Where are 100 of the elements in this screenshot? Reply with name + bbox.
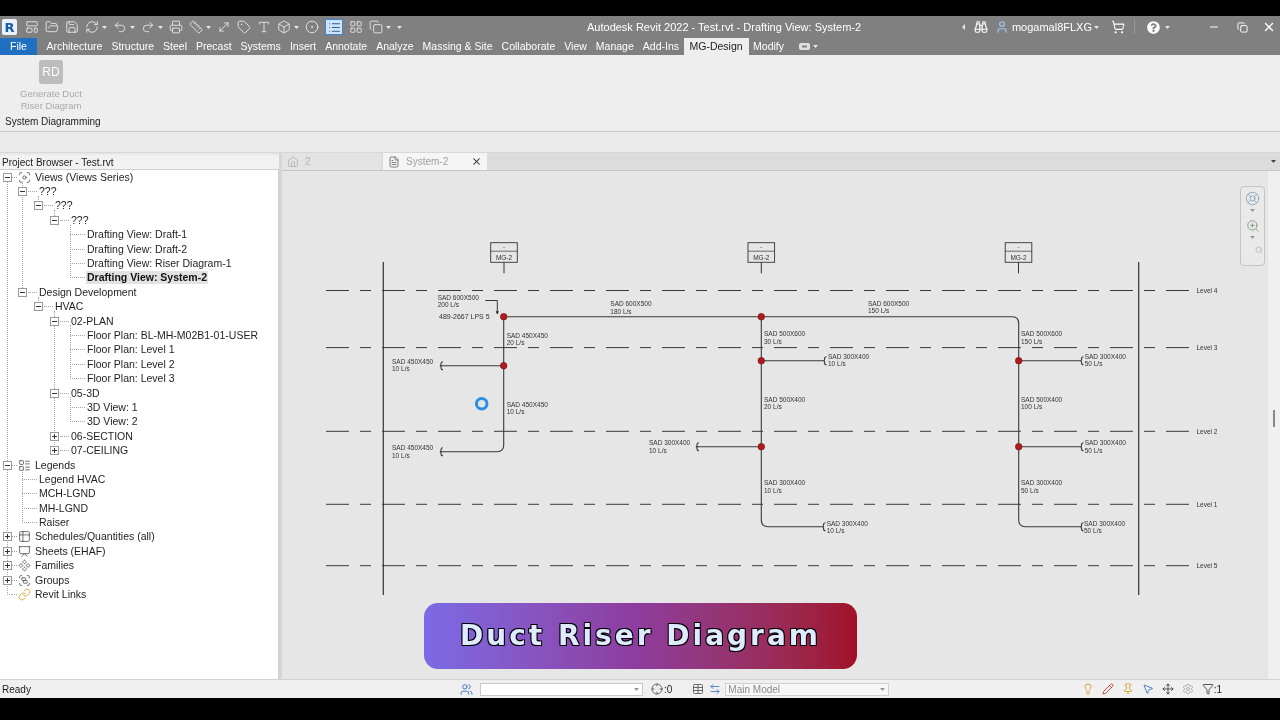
- tree-item[interactable]: Legends: [34, 458, 77, 472]
- tree-item[interactable]: Raiser: [38, 516, 71, 530]
- file-tab[interactable]: File: [0, 38, 37, 55]
- minus-box-icon[interactable]: [50, 388, 59, 398]
- move-icon[interactable]: [1161, 683, 1174, 695]
- ribbon-tab[interactable]: Massing & Site: [418, 38, 498, 55]
- tree-item[interactable]: 07-CEILING: [70, 444, 130, 458]
- minus-box-icon[interactable]: [18, 187, 27, 197]
- tree-item[interactable]: 3D View: 1: [86, 400, 139, 414]
- minus-box-icon[interactable]: [18, 287, 27, 297]
- caret-left-icon[interactable]: [961, 24, 965, 30]
- caret-down-icon[interactable]: [102, 25, 107, 29]
- caret-down-icon[interactable]: [130, 25, 135, 29]
- minus-box-icon[interactable]: [50, 316, 59, 326]
- grid-icon[interactable]: [349, 20, 363, 34]
- plus-box-icon[interactable]: [50, 431, 59, 441]
- tree-item[interactable]: Drafting View: System-2: [86, 271, 208, 285]
- caret-down-icon[interactable]: [1165, 25, 1170, 29]
- caret-down-icon[interactable]: [397, 25, 402, 29]
- binoculars-icon[interactable]: [973, 20, 988, 34]
- caret-down-icon[interactable]: [1271, 160, 1276, 163]
- ribbon-tab[interactable]: Modify: [748, 38, 789, 55]
- plus-box-icon[interactable]: [3, 575, 12, 585]
- plus-box-icon[interactable]: [3, 546, 12, 556]
- lightbulb-icon[interactable]: [1081, 683, 1094, 695]
- save-icon[interactable]: [65, 20, 79, 34]
- printer-icon[interactable]: [169, 20, 183, 34]
- restore-icon[interactable]: [1237, 21, 1248, 33]
- tree-item[interactable]: Drafting View: Riser Diagram-1: [86, 257, 233, 271]
- tree-item[interactable]: Families: [34, 559, 76, 573]
- tree-item[interactable]: Views (Views Series): [34, 170, 135, 184]
- tree-item[interactable]: Floor Plan: Level 3: [86, 372, 176, 386]
- zoom-icon[interactable]: [1245, 219, 1260, 233]
- tree-item[interactable]: Floor Plan: Level 1: [86, 343, 176, 357]
- tree-item[interactable]: ???: [54, 199, 74, 213]
- ribbon-tab[interactable]: Insert: [285, 38, 321, 55]
- ribbon-tab[interactable]: Add-Ins: [638, 38, 684, 55]
- minus-box-icon[interactable]: [3, 172, 12, 182]
- minus-box-icon[interactable]: [50, 215, 59, 225]
- tree-item[interactable]: 05-3D: [70, 386, 101, 400]
- tree-item[interactable]: ???: [70, 213, 90, 227]
- tag-icon[interactable]: [237, 20, 251, 34]
- ribbon-tab[interactable]: View: [559, 38, 592, 55]
- table-icon[interactable]: [692, 683, 705, 695]
- ribbon-tab[interactable]: MG-Design: [683, 38, 749, 55]
- user-name[interactable]: mogamal8FLXG: [1011, 18, 1092, 36]
- tree-item[interactable]: 3D View: 2: [86, 415, 139, 429]
- arrows-icon[interactable]: [709, 683, 722, 695]
- caret-down-icon[interactable]: [294, 25, 299, 29]
- ribbon-tab[interactable]: Architecture: [41, 38, 107, 55]
- folder-icon[interactable]: [45, 20, 59, 34]
- tree-item[interactable]: Design Development: [38, 285, 138, 299]
- undo-icon[interactable]: [113, 20, 127, 34]
- tree-item[interactable]: HVAC: [54, 300, 85, 314]
- lifebuoy-icon[interactable]: [1245, 191, 1260, 206]
- tree-item[interactable]: 02-PLAN: [70, 314, 115, 328]
- ribbon-tab[interactable]: Precast: [191, 38, 237, 55]
- tree-item[interactable]: Revit Links: [34, 588, 88, 601]
- scrollbar[interactable]: [1268, 171, 1280, 679]
- redo-icon[interactable]: [141, 20, 155, 34]
- tree-item[interactable]: MH-LGND: [38, 501, 89, 515]
- tree-item[interactable]: Sheets (EHAF): [34, 544, 107, 558]
- tree-item[interactable]: Drafting View: Draft-1: [86, 228, 189, 242]
- users-icon[interactable]: [460, 682, 473, 696]
- overlapping-squares-icon[interactable]: [369, 20, 383, 34]
- filter-icon[interactable]: [1201, 683, 1214, 695]
- tree-item[interactable]: 06-SECTION: [70, 429, 134, 443]
- layout-icon[interactable]: [25, 20, 39, 34]
- cube-icon[interactable]: [277, 20, 291, 34]
- circle-dot-icon[interactable]: [305, 20, 319, 34]
- tree-item[interactable]: Groups: [34, 573, 71, 587]
- lines-icon[interactable]: [325, 19, 343, 35]
- tree-item[interactable]: Schedules/Quantities (all): [34, 530, 156, 544]
- tree-item[interactable]: ???: [38, 185, 58, 199]
- ruler-icon[interactable]: [189, 20, 203, 34]
- caret-down-icon[interactable]: [386, 25, 391, 29]
- plus-box-icon[interactable]: [3, 532, 12, 542]
- tree-item[interactable]: Legend HVAC: [38, 472, 107, 486]
- caret-down-icon[interactable]: [158, 25, 163, 29]
- pin-icon[interactable]: [1121, 683, 1134, 695]
- scrollbar-thumb[interactable]: [1273, 410, 1275, 427]
- minus-box-icon[interactable]: [3, 460, 12, 470]
- ribbon-tab[interactable]: Collaborate: [497, 38, 560, 55]
- panel-toggle-icon[interactable]: [798, 43, 810, 50]
- sync-icon[interactable]: [85, 20, 99, 34]
- crosshair-icon[interactable]: [651, 683, 663, 695]
- cart-icon[interactable]: [1111, 20, 1125, 34]
- ribbon-tab[interactable]: Analyze: [371, 38, 419, 55]
- tree-item[interactable]: Drafting View: Draft-2: [86, 242, 189, 256]
- plus-box-icon[interactable]: [50, 446, 59, 456]
- ribbon-tab[interactable]: Structure: [106, 38, 159, 55]
- user-icon[interactable]: [994, 20, 1009, 34]
- plus-box-icon[interactable]: [3, 561, 12, 571]
- tree-item[interactable]: MCH-LGND: [38, 487, 97, 501]
- close-icon[interactable]: [471, 156, 482, 167]
- caret-down-icon[interactable]: [206, 25, 211, 29]
- ribbon-tab[interactable]: Steel: [158, 38, 192, 55]
- tree-item[interactable]: Floor Plan: BL-MH-M02B1-01-USER: [86, 329, 259, 342]
- caret-down-icon[interactable]: [1094, 25, 1099, 29]
- pencil-icon[interactable]: [1101, 683, 1114, 695]
